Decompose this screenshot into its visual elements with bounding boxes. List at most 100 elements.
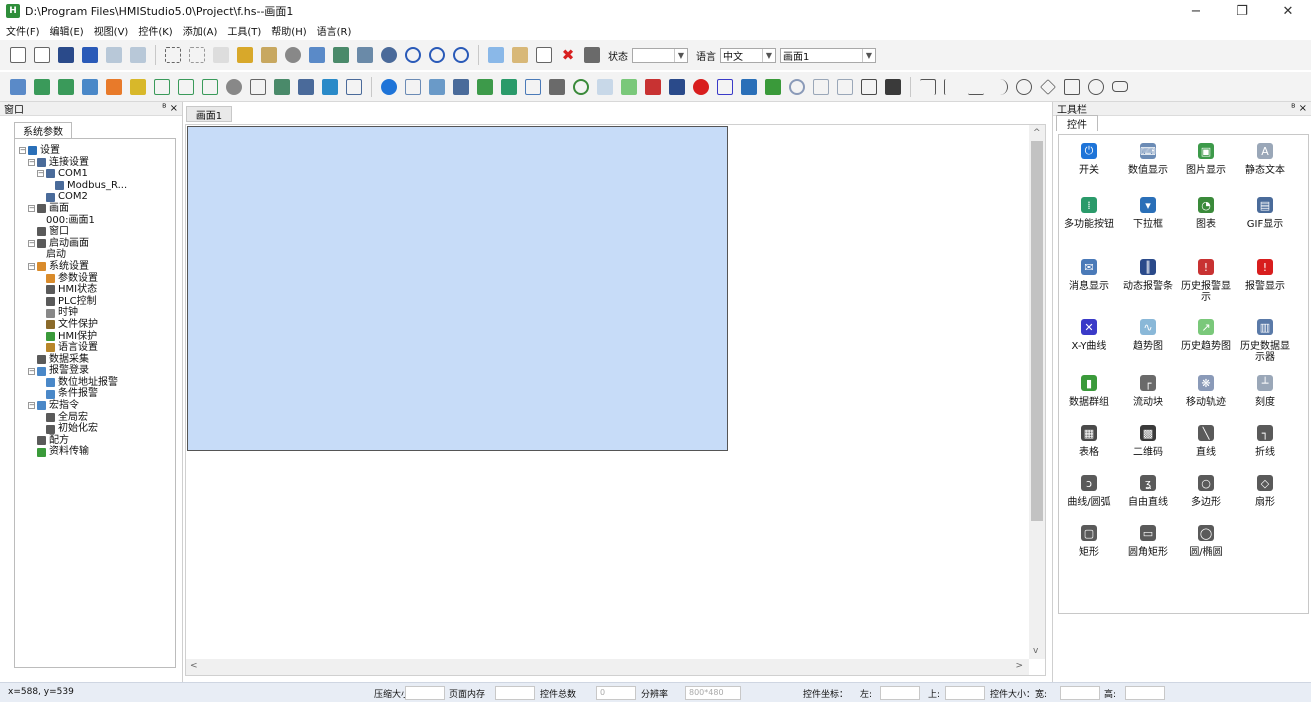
- compile-icon[interactable]: [10, 78, 26, 95]
- language-select[interactable]: 中文 ▼: [720, 47, 776, 63]
- table-icon[interactable]: [861, 78, 877, 95]
- static-text-icon[interactable]: [837, 78, 853, 95]
- widget-xy-curve[interactable]: ✕ X-Y曲线: [1061, 319, 1117, 352]
- image-icon[interactable]: [477, 78, 493, 95]
- grid-icon[interactable]: [213, 47, 229, 63]
- widget-power[interactable]: ⏻ 开关: [1061, 143, 1117, 176]
- recipe-icon[interactable]: [346, 78, 362, 95]
- widget-gif[interactable]: ▤ GIF显示: [1237, 197, 1293, 230]
- gif-icon[interactable]: [453, 78, 469, 95]
- menu-view[interactable]: 视图(V): [94, 23, 129, 38]
- tree-expander-icon[interactable]: −: [28, 367, 35, 375]
- menu-help[interactable]: 帮助(H): [271, 23, 306, 38]
- tree-item[interactable]: 数据采集: [15, 354, 175, 366]
- tree-item[interactable]: HMI保护: [15, 331, 175, 343]
- download-icon[interactable]: [82, 78, 98, 95]
- minimize-button[interactable]: −: [1173, 0, 1219, 22]
- free-line-icon[interactable]: [968, 79, 984, 95]
- tree-item[interactable]: 时钟: [15, 307, 175, 319]
- rotate-icon[interactable]: [381, 47, 397, 63]
- numeric-display-icon[interactable]: [405, 78, 421, 95]
- offline-sim-icon[interactable]: [34, 78, 50, 95]
- layer-icon[interactable]: [357, 47, 373, 63]
- tree-expander-icon[interactable]: −: [28, 240, 35, 248]
- widget-line[interactable]: ╲ 直线: [1178, 425, 1234, 458]
- online-sim-icon[interactable]: [58, 78, 74, 95]
- xy-curve-icon[interactable]: [717, 78, 733, 95]
- zoom-out-icon[interactable]: [453, 47, 469, 63]
- polyline-icon[interactable]: [920, 78, 936, 95]
- scroll-left-icon[interactable]: <: [190, 661, 198, 671]
- rounded-rect-icon[interactable]: [1112, 81, 1128, 92]
- tree-item[interactable]: Modbus_R...: [15, 180, 175, 192]
- vertical-scroll-thumb[interactable]: [1031, 141, 1043, 521]
- tree-item[interactable]: 全局宏: [15, 412, 175, 424]
- tree-item[interactable]: − 启动画面: [15, 238, 175, 250]
- new-file-icon[interactable]: [10, 47, 26, 63]
- global-macro-icon[interactable]: [178, 78, 194, 95]
- screen-select[interactable]: 画面1 ▼: [780, 47, 876, 63]
- move-track-icon[interactable]: [789, 78, 805, 95]
- tree-item[interactable]: − 宏指令: [15, 400, 175, 412]
- unlock-icon[interactable]: [261, 47, 277, 63]
- widget-history-alarm[interactable]: ! 历史报警显示: [1178, 259, 1234, 303]
- tree-item[interactable]: − 设置: [15, 145, 175, 157]
- tree-item[interactable]: 条件报警: [15, 388, 175, 400]
- trend-icon[interactable]: [597, 78, 613, 95]
- tree-item[interactable]: 初始化宏: [15, 423, 175, 435]
- align-icon[interactable]: [309, 47, 325, 63]
- tab-screen1[interactable]: 画面1: [186, 106, 232, 122]
- tree-item[interactable]: − COM1: [15, 168, 175, 180]
- open-file-icon[interactable]: [34, 47, 50, 63]
- tab-controls[interactable]: 控件: [1056, 115, 1098, 131]
- device-icon[interactable]: [130, 78, 146, 95]
- qrcode-icon[interactable]: [885, 78, 901, 95]
- arc-icon[interactable]: [992, 78, 1008, 95]
- scroll-up-icon[interactable]: ^: [1033, 128, 1041, 138]
- tree-item[interactable]: − 系统设置: [15, 261, 175, 273]
- widget-multi-button[interactable]: ⁞ 多功能按钮: [1061, 197, 1117, 230]
- history-trend-icon[interactable]: [621, 78, 637, 95]
- tree-item[interactable]: − 画面: [15, 203, 175, 215]
- window-icon[interactable]: [250, 78, 266, 95]
- menu-language[interactable]: 语言(R): [317, 23, 352, 38]
- monitor-icon[interactable]: [298, 78, 314, 95]
- vertical-scrollbar[interactable]: ^ v: [1029, 125, 1045, 659]
- screen-icon[interactable]: [274, 78, 290, 95]
- alarm-bar-icon[interactable]: [669, 78, 685, 95]
- widget-ellipse[interactable]: ◯ 圆/椭圆: [1178, 525, 1234, 558]
- tree-item[interactable]: 启动: [15, 249, 175, 261]
- widget-rounded-rect[interactable]: ▭ 圆角矩形: [1120, 525, 1176, 558]
- tree-item[interactable]: 参数设置: [15, 273, 175, 285]
- state-select[interactable]: ▼: [632, 47, 688, 63]
- rectangle-icon[interactable]: [1064, 78, 1080, 95]
- tree-item[interactable]: HMI状态: [15, 284, 175, 296]
- menu-edit[interactable]: 编辑(E): [50, 23, 84, 38]
- widget-history-data[interactable]: ▥ 历史数据显示器: [1237, 319, 1293, 363]
- lock-icon[interactable]: [237, 47, 253, 63]
- find-icon[interactable]: [584, 47, 600, 63]
- tab-system-params[interactable]: 系统参数: [14, 122, 72, 138]
- macro-icon[interactable]: [154, 78, 170, 95]
- message-icon[interactable]: [525, 78, 541, 95]
- tree-expander-icon[interactable]: −: [28, 205, 35, 213]
- widget-sector[interactable]: ◇ 扇形: [1237, 475, 1293, 508]
- widget-dropdown[interactable]: ▾ 下拉框: [1120, 197, 1176, 230]
- widget-arc[interactable]: ↄ 曲线/圆弧: [1061, 475, 1117, 508]
- restore-button[interactable]: ❐: [1219, 0, 1265, 22]
- delete-icon[interactable]: ✖: [560, 47, 576, 63]
- line-icon[interactable]: [944, 78, 960, 95]
- scroll-right-icon[interactable]: >: [1015, 661, 1023, 671]
- zoom-in-icon[interactable]: [429, 47, 445, 63]
- redo-icon[interactable]: [106, 47, 122, 63]
- dropdown-icon[interactable]: [741, 78, 757, 95]
- tree-expander-icon[interactable]: −: [28, 402, 35, 410]
- upload-icon[interactable]: [106, 78, 122, 95]
- widget-free-line[interactable]: ʓ 自由直线: [1120, 475, 1176, 508]
- history-alarm-icon[interactable]: [645, 78, 661, 95]
- widget-move-track[interactable]: ❋ 移动轨迹: [1178, 375, 1234, 408]
- widget-chart[interactable]: ◔ 图表: [1178, 197, 1234, 230]
- widget-qrcode[interactable]: ▩ 二维码: [1120, 425, 1176, 458]
- gear-icon[interactable]: [226, 78, 242, 95]
- save-icon[interactable]: [82, 47, 98, 63]
